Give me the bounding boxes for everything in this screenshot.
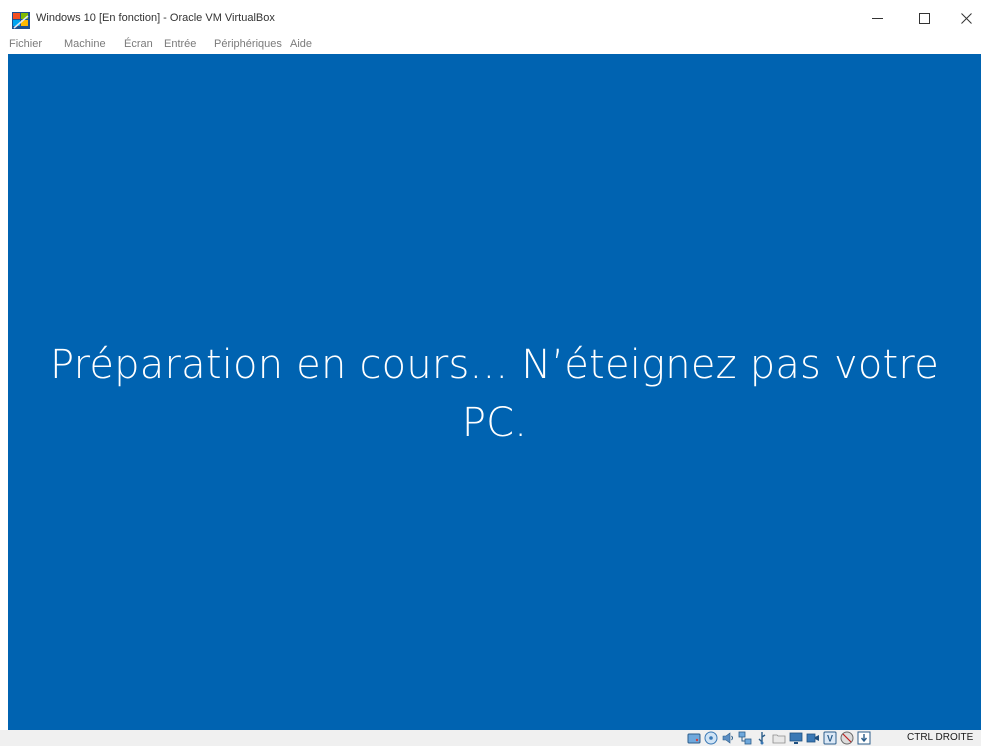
keyboard-capture-icon[interactable]: [857, 731, 871, 745]
message-line-2: PC.: [461, 400, 528, 446]
display-icon[interactable]: [789, 731, 803, 745]
hard-disk-icon[interactable]: [687, 731, 701, 745]
network-icon[interactable]: [738, 731, 752, 745]
video-capture-icon[interactable]: [806, 731, 820, 745]
svg-text:V: V: [827, 734, 833, 744]
menu-machine[interactable]: Machine: [64, 38, 106, 50]
preparation-message: Préparation en cours... N’éteignez pas v…: [8, 336, 981, 452]
optical-drive-icon[interactable]: [704, 731, 718, 745]
recording-icon[interactable]: [840, 731, 854, 745]
minimize-button[interactable]: [855, 4, 899, 32]
guest-display[interactable]: Préparation en cours... N’éteignez pas v…: [8, 54, 981, 730]
status-bar: V CTRL DROITE: [0, 730, 981, 746]
host-key-label: CTRL DROITE: [907, 732, 974, 743]
audio-icon[interactable]: [721, 731, 735, 745]
window-title: Windows 10 [En fonction] - Oracle VM Vir…: [36, 12, 275, 24]
virtualbox-window: Windows 10 [En fonction] - Oracle VM Vir…: [0, 0, 981, 746]
minimize-icon: [871, 17, 883, 19]
shared-folders-icon[interactable]: [772, 731, 786, 745]
message-line-1: Préparation en cours... N’éteignez pas v…: [49, 342, 939, 388]
title-bar[interactable]: Windows 10 [En fonction] - Oracle VM Vir…: [0, 0, 981, 36]
close-button[interactable]: [944, 4, 981, 32]
menu-entree[interactable]: Entrée: [164, 38, 196, 50]
menu-fichier[interactable]: Fichier: [9, 38, 42, 50]
virtualization-icon[interactable]: V: [823, 731, 837, 745]
menu-aide[interactable]: Aide: [290, 38, 312, 50]
maximize-button[interactable]: [902, 4, 946, 32]
virtualbox-app-icon: [12, 12, 30, 29]
maximize-icon: [918, 12, 930, 24]
menu-bar: Fichier Machine Écran Entrée Périphériqu…: [0, 36, 981, 54]
close-icon: [960, 12, 972, 24]
status-indicators: V: [687, 731, 871, 745]
menu-peripheriques[interactable]: Périphériques: [214, 38, 282, 50]
usb-icon[interactable]: [755, 731, 769, 745]
menu-ecran[interactable]: Écran: [124, 38, 153, 50]
